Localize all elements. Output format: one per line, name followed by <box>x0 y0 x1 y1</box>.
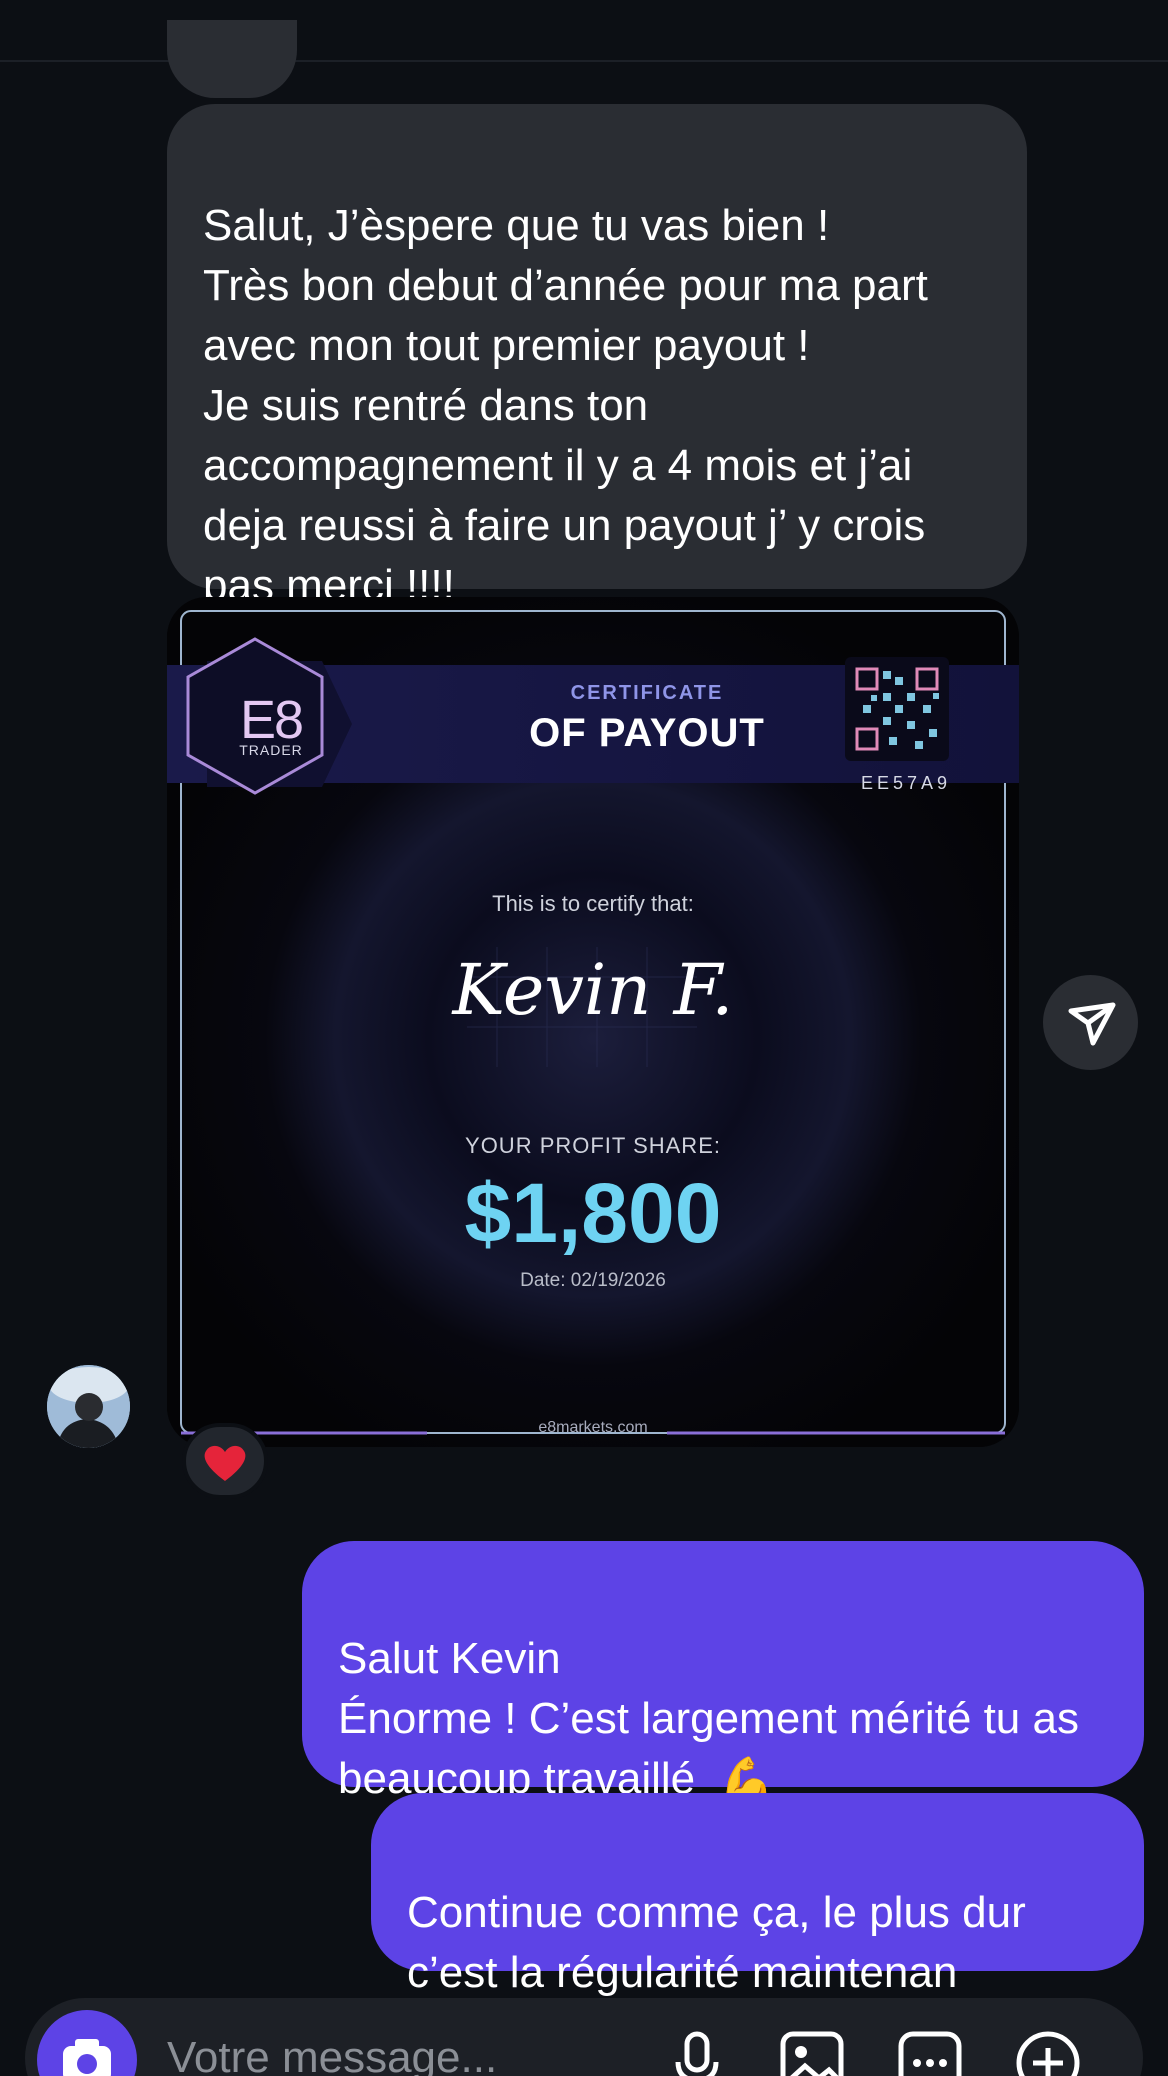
outgoing-message-text-2: Continue comme ça, le plus dur c’est la … <box>407 1888 1026 1997</box>
camera-icon <box>63 2039 111 2076</box>
chat-screen: Salut, J’èspere que tu vas bien ! Très b… <box>0 0 1168 2076</box>
reaction-badge[interactable] <box>182 1423 268 1499</box>
forward-button[interactable] <box>1043 975 1138 1070</box>
avatar-image <box>47 1365 130 1448</box>
certificate-title-small: CERTIFICATE <box>570 682 724 704</box>
certificate-date: Date: 02/19/2026 <box>520 1270 666 1291</box>
certificate-logo-sub: TRADER <box>239 742 303 758</box>
certificate-qr-code-text: EE57A9 <box>860 773 952 793</box>
certificate-certify-text: This is to certify that: <box>492 891 694 916</box>
previous-message-bubble <box>167 20 297 98</box>
message-input[interactable]: Votre message... <box>167 2028 587 2076</box>
avatar[interactable] <box>47 1365 130 1448</box>
outgoing-message-bubble-2[interactable]: Continue comme ça, le plus dur c’est la … <box>371 1793 1144 1997</box>
outgoing-message-text: Salut Kevin Énorme ! C’est largement mér… <box>338 1634 1079 1803</box>
message-composer: Votre message... <box>25 1998 1143 2076</box>
plus-circle-icon[interactable] <box>1013 2028 1083 2076</box>
certificate-signature: Kevin F. <box>452 949 734 1031</box>
microphone-icon[interactable] <box>662 2028 732 2076</box>
certificate-footer: e8markets.com <box>538 1419 648 1436</box>
incoming-message-text: Salut, J’èspere que tu vas bien ! Très b… <box>203 201 928 610</box>
certificate-image[interactable]: E8 TRADER CERTIFICATE OF PAYOUT EE57A9 T… <box>167 597 1019 1447</box>
heart-icon <box>204 1445 246 1481</box>
certificate-title: OF PAYOUT <box>529 711 765 755</box>
certificate-amount: $1,800 <box>464 1166 722 1260</box>
paper-plane-icon <box>1068 1002 1116 1046</box>
incoming-message-bubble[interactable]: Salut, J’èspere que tu vas bien ! Très b… <box>167 104 1027 610</box>
camera-button[interactable] <box>37 2010 137 2076</box>
outgoing-message-bubble[interactable]: Salut Kevin Énorme ! C’est largement mér… <box>302 1541 1144 1805</box>
more-icon[interactable] <box>895 2028 965 2076</box>
image-icon[interactable] <box>777 2028 847 2076</box>
certificate-profit-label: YOUR PROFIT SHARE: <box>465 1133 721 1158</box>
